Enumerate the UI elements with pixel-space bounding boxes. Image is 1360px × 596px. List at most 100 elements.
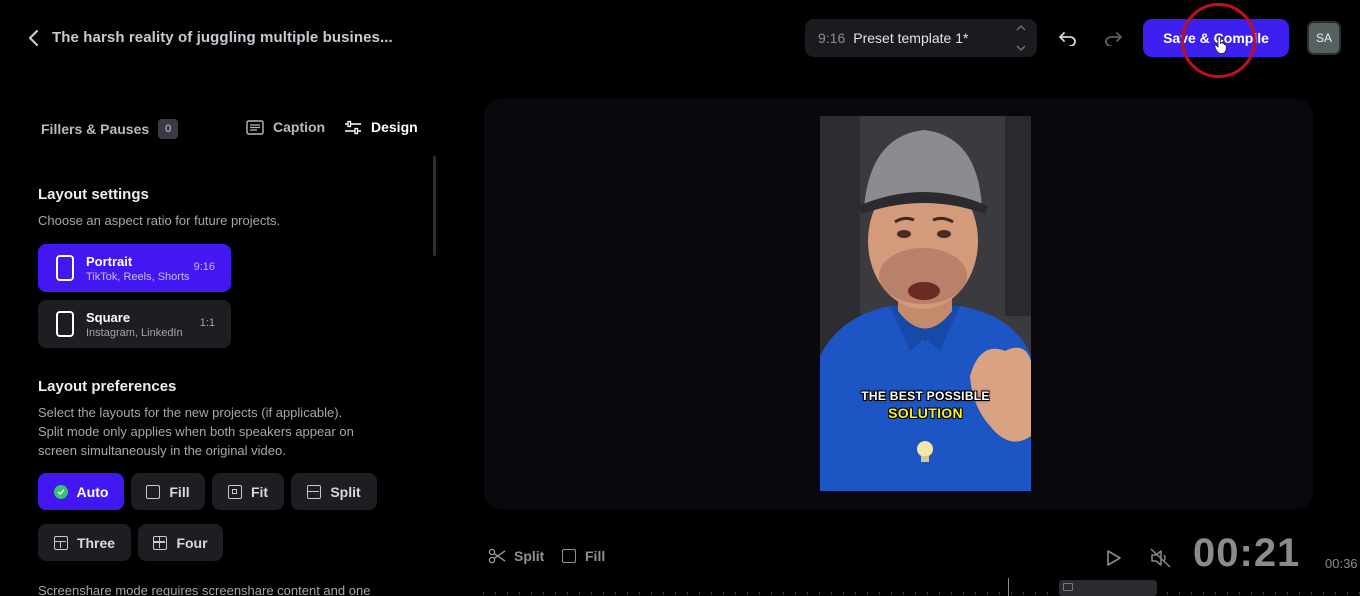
fillers-count-badge: 0 (158, 119, 179, 139)
timeline-tick (963, 592, 964, 595)
timeline-tick (651, 592, 652, 595)
timeline-tick (855, 592, 856, 595)
timeline-tick (903, 592, 904, 595)
chevron-left-icon (28, 29, 39, 47)
timeline-tick (1035, 592, 1036, 595)
timeline-tick (1311, 592, 1312, 595)
template-name: Preset template 1* (853, 30, 969, 46)
timeline-tick (807, 592, 808, 595)
timeline-tick (999, 592, 1000, 595)
tab-design[interactable]: Design (344, 119, 418, 135)
tab-design-label: Design (371, 119, 418, 135)
layout-split-button[interactable]: Split (291, 473, 377, 510)
timeline-tick (987, 592, 988, 595)
timeline-tick (819, 592, 820, 595)
tab-caption[interactable]: Caption (246, 119, 325, 135)
video-preview[interactable]: THE BEST POSSIBLE SOLUTION (820, 116, 1031, 491)
fill-tool-button[interactable]: Fill (562, 548, 605, 564)
split-tool-label: Split (514, 548, 545, 564)
timeline-tick (867, 592, 868, 595)
timeline-tick (783, 592, 784, 595)
timeline-tick (639, 592, 640, 595)
timeline-tick (879, 592, 880, 595)
timeline-tick (1215, 592, 1216, 595)
caption-text-line1: THE BEST POSSIBLE (861, 389, 990, 403)
layout-preferences-description: Select the layouts for the new projects … (38, 403, 398, 460)
timeline-tick (711, 592, 712, 595)
fit-icon (227, 484, 242, 499)
layout-split-label: Split (330, 483, 361, 500)
caption-text-line2: SOLUTION (888, 405, 963, 421)
layout-four-button[interactable]: Four (138, 524, 223, 561)
timeline-tick (1347, 592, 1348, 595)
timeline-tick (495, 592, 496, 595)
aspect-option-platforms: TikTok, Reels, Shorts (86, 270, 190, 283)
timeline-tick (1275, 592, 1276, 595)
current-timecode: 00:21 (1193, 531, 1301, 575)
four-grid-icon (153, 535, 168, 550)
timeline-tick (1167, 592, 1168, 595)
timeline-tick (1299, 592, 1300, 595)
panel-scrollbar[interactable] (433, 156, 436, 256)
timeline-tick (591, 592, 592, 595)
timeline-tick (675, 592, 676, 595)
speaker-muted-icon (1150, 548, 1171, 568)
timeline-tick (1203, 592, 1204, 595)
timeline-tick (747, 592, 748, 595)
timeline-tick (1287, 592, 1288, 595)
mute-button[interactable] (1150, 548, 1172, 568)
caption-icon (246, 119, 264, 135)
sliders-icon (345, 120, 361, 134)
aspect-option-portrait[interactable]: Portrait TikTok, Reels, Shorts 9:16 (38, 244, 231, 292)
description-line: Split mode only applies when both speake… (38, 424, 354, 439)
layout-settings-title: Layout settings (38, 186, 149, 203)
layout-fit-button[interactable]: Fit (212, 473, 284, 510)
timeline-tick (795, 592, 796, 595)
play-icon (1107, 550, 1121, 566)
save-compile-button[interactable]: Save & Compile (1143, 19, 1289, 57)
timeline-tick (531, 592, 532, 595)
back-button[interactable] (22, 26, 46, 50)
tab-fillers-pauses[interactable]: Fillers & Pauses 0 (41, 119, 179, 139)
redo-button[interactable] (1101, 26, 1125, 50)
play-button[interactable] (1103, 548, 1123, 568)
timeline-tick (915, 592, 916, 595)
timeline-tick (1263, 592, 1264, 595)
three-grid-icon (53, 535, 68, 550)
aspect-option-name: Portrait (86, 253, 133, 269)
avatar[interactable]: SA (1307, 21, 1341, 55)
timeline-tick (687, 592, 688, 595)
split-tool-button[interactable]: Split (488, 548, 544, 564)
image-icon (1063, 583, 1073, 591)
timeline-tick (723, 592, 724, 595)
timeline-tick (1191, 592, 1192, 595)
undo-button[interactable] (1056, 26, 1080, 50)
total-duration: 00:36 (1325, 556, 1358, 571)
timeline-tick (519, 592, 520, 595)
timeline-ruler[interactable] (478, 578, 1360, 596)
template-ratio: 9:16 (818, 30, 846, 46)
timeline-tick (567, 592, 568, 595)
timeline-tick (927, 592, 928, 595)
aspect-option-ratio: 9:16 (193, 261, 215, 273)
layout-four-label: Four (176, 534, 208, 551)
layout-fit-label: Fit (250, 483, 269, 500)
aspect-option-ratio: 1:1 (199, 317, 215, 329)
layout-three-button[interactable]: Three (38, 524, 131, 561)
timeline-playhead[interactable] (1008, 578, 1009, 596)
layout-fill-button[interactable]: Fill (131, 473, 205, 510)
timeline-clip[interactable] (1059, 580, 1157, 596)
timeline-tick (615, 592, 616, 595)
timeline-tick (735, 592, 736, 595)
timeline-tick (939, 592, 940, 595)
timeline-tick (831, 592, 832, 595)
timeline-tick (555, 592, 556, 595)
aspect-option-square[interactable]: Square Instagram, LinkedIn 1:1 (38, 300, 231, 348)
layout-auto-button[interactable]: Auto (38, 473, 124, 510)
timeline-tick (627, 592, 628, 595)
timeline-tick (1047, 592, 1048, 595)
timeline-tick (1227, 592, 1228, 595)
layout-fill-label: Fill (169, 483, 190, 500)
template-select[interactable]: 9:16 Preset template 1* (805, 19, 1037, 57)
aspect-option-platforms: Instagram, LinkedIn (86, 326, 183, 339)
